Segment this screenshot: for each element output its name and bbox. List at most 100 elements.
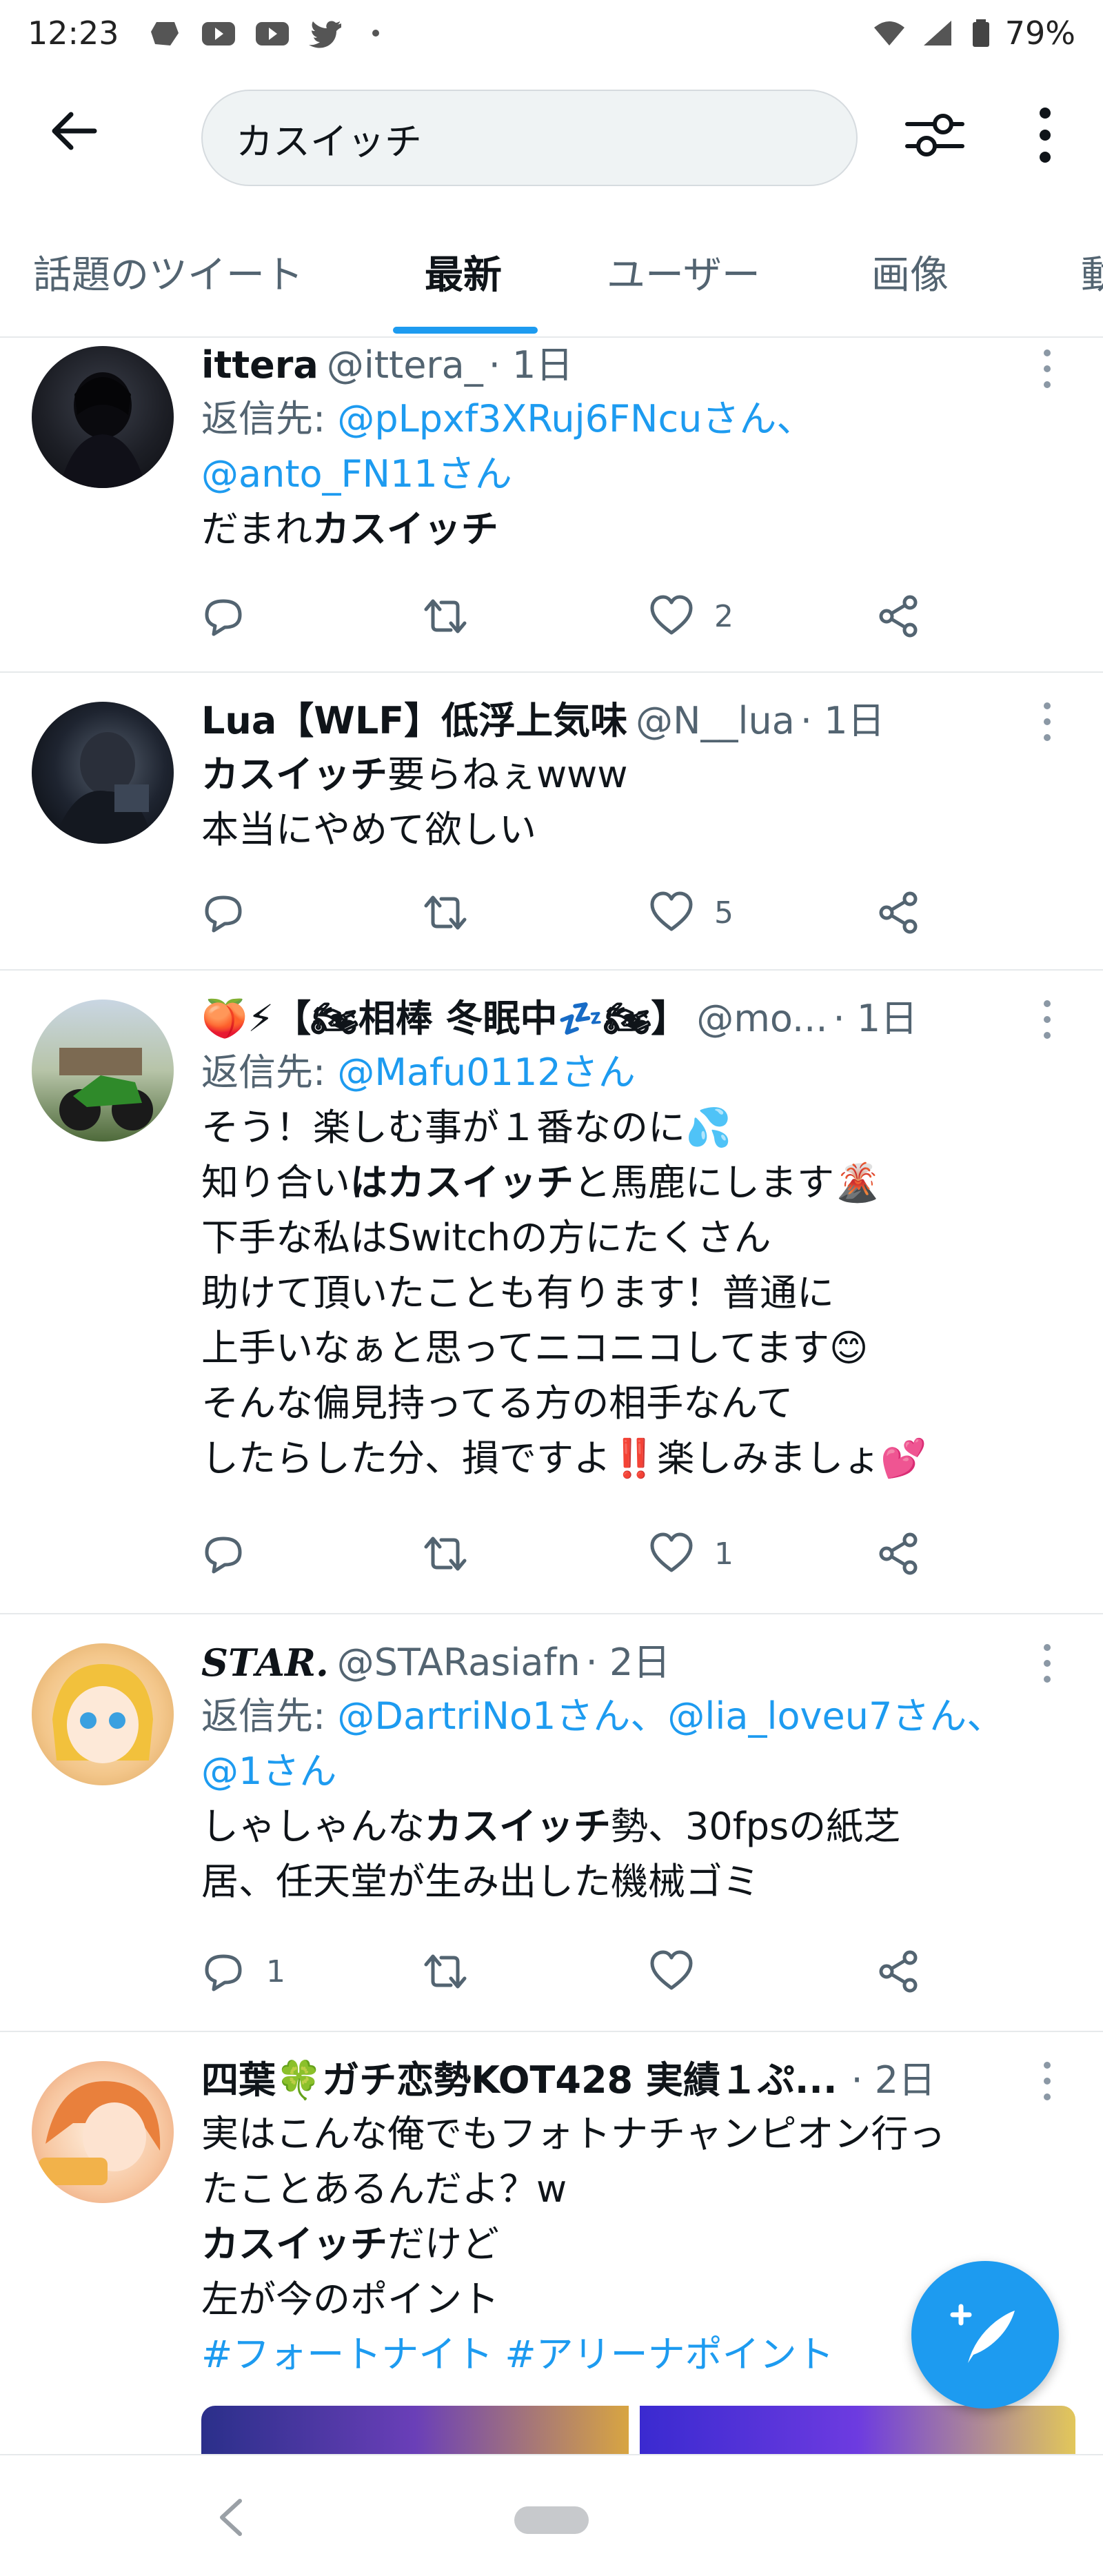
tweet-actions: 1 [201,1532,960,1587]
search-tabs: 話題のツイート 最新 ユーザー 画像 動 [0,234,1103,338]
like-count: 1 [714,1536,733,1572]
tab-people[interactable]: ユーザー [607,244,760,300]
tweet-text-part: 下手な私はSwitchの方にたくさん 助けて頂いたことも有ります！普通に 上手い… [201,1216,927,1480]
tweet[interactable]: 四葉🍀ガチ恋勢KOT428 実績１ぷ... · 2日 実はこんな俺でもフォトナチ… [0,2034,1103,2455]
avatar[interactable] [32,702,174,844]
reply-icon [205,1537,242,1574]
tweet-header: 四葉🍀ガチ恋勢KOT428 実績１ぷ... · 2日 [201,2054,1062,2107]
like-button[interactable]: 2 [649,594,733,638]
reply-mention[interactable]: @anto_FN11さん [201,452,512,496]
like-count: 5 [714,895,733,931]
retweet-button[interactable] [423,1949,488,1994]
tweet-media[interactable] [201,2406,1075,2455]
tweet-header: 𝑺𝑻𝑨𝑹. @STARasiafn · 2日 [201,1636,1062,1689]
tab-top[interactable]: 話題のツイート [33,244,303,300]
tweet[interactable]: 𝑺𝑻𝑨𝑹. @STARasiafn · 2日 返信先: @DartriNo1さん… [0,1616,1103,2032]
retweet-button[interactable] [423,594,488,638]
search-highlight: カスイッチ [312,507,498,551]
retweet-button[interactable] [423,1532,488,1576]
tab-latest[interactable]: 最新 [425,244,502,300]
heart-icon [650,1950,693,1990]
share-icon [879,1950,918,1993]
tweet-menu-icon[interactable] [1037,346,1058,394]
avatar[interactable] [32,2061,174,2203]
retweet-button[interactable] [423,891,488,935]
tab-photos[interactable]: 画像 [871,244,949,300]
reply-to: 返信先: @Mafu0112さん [201,1045,1062,1100]
avatar[interactable] [32,346,174,488]
search-highlight: はカスイッチ [350,1161,574,1204]
avatar[interactable] [32,1000,174,1142]
tweet-menu-icon[interactable] [1037,997,1058,1045]
share-button[interactable] [877,1949,921,1994]
retweet-icon [424,895,467,930]
tweet-text: そう！楽しむ事が１番なのに💦 知り合いはカスイッチと馬鹿にします🌋 下手な私はS… [201,1100,1062,1486]
author-name[interactable]: 𝑺𝑻𝑨𝑹. [201,1636,329,1689]
author-handle[interactable]: @ittera_ [327,339,483,392]
avatar-image [59,372,146,488]
tweet-menu-icon[interactable] [1037,1641,1058,1689]
tweet-text: カスイッチ要らねぇwww 本当にやめて欲しい [201,747,1062,858]
media-image[interactable] [640,2406,1075,2455]
tweet-actions: 2 [201,594,960,649]
nav-home-pill[interactable] [514,2506,589,2534]
hashtags[interactable]: #フォートナイト #アリーナポイント [201,2333,834,2376]
share-icon [879,891,918,934]
like-button[interactable] [649,1949,714,1994]
overflow-menu-button[interactable] [1020,103,1070,167]
author-handle[interactable]: @mo... [696,993,827,1045]
share-button[interactable] [877,891,921,935]
author-handle[interactable]: @STARasiafn [337,1636,580,1689]
compose-tweet-button[interactable] [911,2261,1059,2408]
reply-mention[interactable]: @Mafu0112さん [337,1051,635,1094]
tweet-time: · 1日 [800,699,885,742]
share-button[interactable] [877,1532,921,1576]
youtube-icon-2 [255,22,289,45]
compose-feather-icon [950,2304,1015,2363]
author-name[interactable]: ittera [201,339,318,392]
author-name[interactable]: Lua【WLF】低浮上気味 [201,695,627,747]
tweet[interactable]: 🍑⚡【🏍相棒 冬眠中💤🏍】 @mo... · 1日 返信先: @Mafu0112… [0,972,1103,1614]
search-filter-button[interactable] [903,103,967,167]
reply-button[interactable] [201,1532,266,1576]
reply-button[interactable]: 1 [201,1949,285,1994]
twitter-bird-icon [308,21,341,48]
search-header: カスイッチ [0,76,1103,193]
author-name[interactable]: 四葉🍀ガチ恋勢KOT428 実績１ぷ... [201,2054,837,2107]
youtube-icon [201,22,235,45]
tweet-menu-icon[interactable] [1037,699,1058,747]
author-handle[interactable]: @N__lua [636,695,795,747]
reply-mention[interactable]: @pLpxf3XRuj6FNcuさん、 [337,397,813,440]
tweet-text-part: 実はこんな俺でもフォトナチャンピオン行っ たことあるんだよ？w [201,2112,946,2211]
reply-to-label: 返信先: [201,1694,338,1738]
reply-mention[interactable]: @1さん [201,1750,336,1793]
search-input[interactable]: カスイッチ [201,90,858,186]
avatar-image [52,1664,153,1763]
app-notification-icon [150,22,179,45]
status-time: 12:23 [28,14,119,52]
like-button[interactable]: 1 [649,1532,733,1576]
author-name[interactable]: 🍑⚡【🏍相棒 冬眠中💤🏍】 [201,993,688,1045]
reply-button[interactable] [201,594,266,638]
nav-back-icon[interactable] [214,2497,248,2538]
tweet-text-part: と馬鹿にします🌋 [574,1161,881,1204]
tweet[interactable]: ittera @ittera_ · 1日 返信先: @pLpxf3XRuj6FN… [0,339,1103,673]
tweet-feed[interactable]: ittera @ittera_ · 1日 返信先: @pLpxf3XRuj6FN… [0,339,1103,2455]
share-button[interactable] [877,594,921,638]
reply-button[interactable] [201,891,266,935]
back-button[interactable] [45,103,101,159]
reply-count: 1 [266,1954,285,1989]
tweet[interactable]: Lua【WLF】低浮上気味 @N__lua · 1日 カスイッチ要らねぇwww … [0,674,1103,971]
avatar[interactable] [32,1643,174,1785]
tweet-header: 🍑⚡【🏍相棒 冬眠中💤🏍】 @mo... · 1日 [201,993,1062,1045]
reply-to: 返信先: @pLpxf3XRuj6FNcuさん、 @anto_FN11さん [201,392,1062,502]
tab-videos[interactable]: 動 [1081,244,1103,300]
media-image[interactable] [201,2406,629,2455]
reply-mention[interactable]: @DartriNo1さん、@lia_loveu7さん、 [337,1694,1004,1738]
tweet-text: だまれカスイッチ [201,502,1062,557]
tweet-text-part: だまれ [201,507,312,551]
tweet-header: Lua【WLF】低浮上気味 @N__lua · 1日 [201,695,1062,747]
heart-icon [650,891,693,931]
tweet-menu-icon[interactable] [1037,2058,1058,2107]
like-button[interactable]: 5 [649,891,733,935]
